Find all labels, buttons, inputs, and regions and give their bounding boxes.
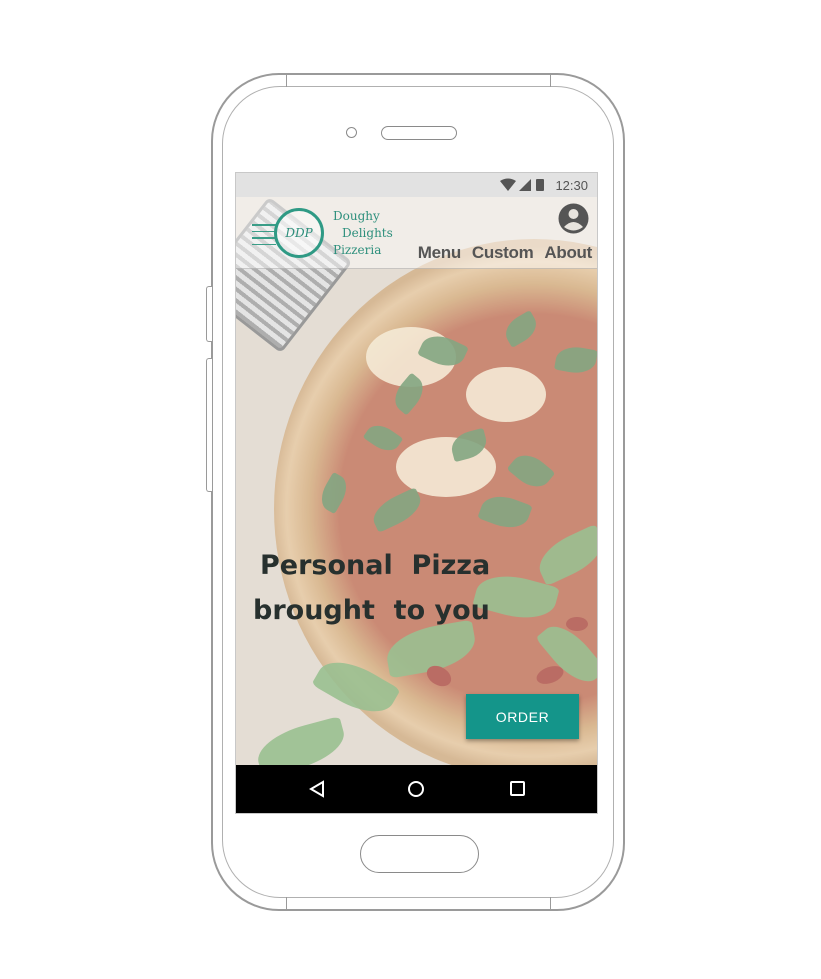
power-button [206,358,212,492]
order-button[interactable]: ORDER [466,694,579,739]
android-nav-bar [236,765,597,813]
pizza-hero-image [236,197,597,767]
status-bar: 12:30 [236,173,597,197]
battery-icon [536,179,544,191]
front-camera [346,127,357,138]
phone-bottom-edge [286,897,551,911]
app-screen: 12:30 DDP Doughy Delights Pizzeria Menu … [235,172,598,814]
top-nav: Menu Custom About [418,243,593,263]
earpiece-speaker [381,126,457,140]
logo-badge[interactable]: DDP [274,208,324,258]
signal-icon [519,179,531,191]
back-icon[interactable] [309,780,325,798]
logo-line-1: Doughy [333,209,380,223]
app-header: DDP Doughy Delights Pizzeria Menu Custom… [236,197,597,269]
speed-lines-icon [252,224,276,250]
hero-tagline: Personal Pizza brought to you [253,543,553,633]
tagline-line-1: Personal Pizza [260,550,491,581]
phone-top-edge [286,73,551,87]
tagline-line-2: brought to you [253,595,490,626]
phone-home-button[interactable] [360,835,479,873]
nav-about[interactable]: About [544,243,592,263]
logo-wordmark: Doughy Delights Pizzeria [333,208,393,259]
volume-button [206,286,212,342]
home-icon[interactable] [408,781,424,797]
nav-custom[interactable]: Custom [472,243,534,263]
nav-menu[interactable]: Menu [418,243,461,263]
wifi-icon [500,178,516,191]
logo-line-3: Pizzeria [333,243,382,257]
status-time: 12:30 [555,178,588,193]
account-circle-icon[interactable] [558,203,589,234]
status-icons [499,178,545,197]
hero-overlay [236,197,597,767]
recents-icon[interactable] [510,781,525,796]
logo-line-2: Delights [342,226,393,240]
